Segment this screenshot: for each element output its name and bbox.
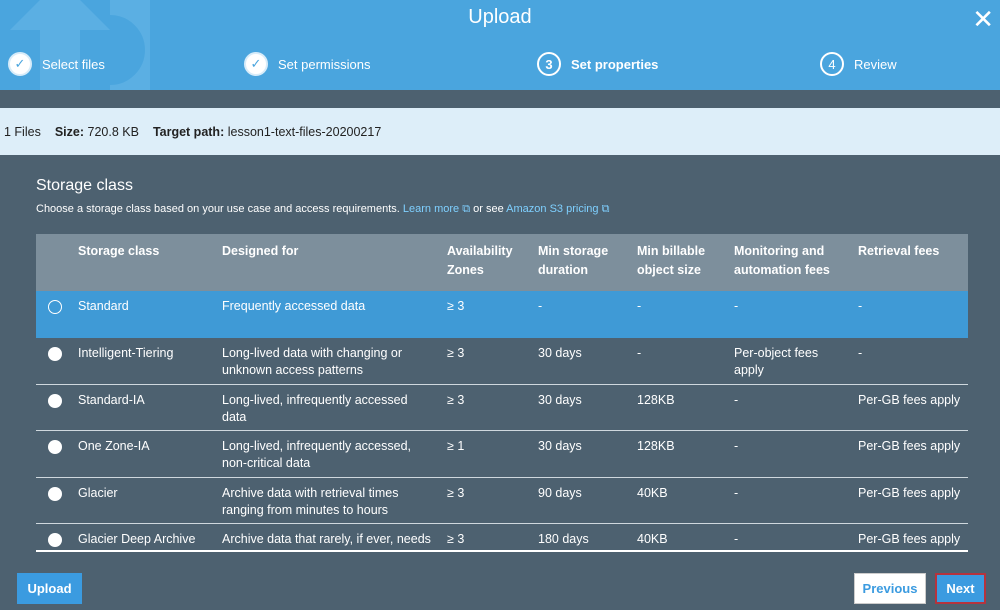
table-cell: Per-GB fees apply xyxy=(852,477,968,524)
table-cell: Standard-IA xyxy=(72,384,216,431)
table-cell: - xyxy=(728,477,852,524)
table-cell: - xyxy=(728,523,852,550)
table-cell: ≥ 3 xyxy=(441,384,532,431)
table-cell: 128KB xyxy=(631,430,728,478)
table-row[interactable]: Glacier Deep Archive Archive data that ra… xyxy=(36,523,968,550)
radio-button[interactable] xyxy=(48,393,62,408)
table-row[interactable]: One Zone-IA Long-lived, infrequently acce… xyxy=(36,430,968,478)
table-cell: 128KB xyxy=(631,384,728,431)
table-cell: 90 days xyxy=(532,477,631,524)
table-row[interactable]: Standard-IA Long-lived, infrequently acce… xyxy=(36,384,968,431)
table-cell: ≥ 3 xyxy=(441,337,532,385)
next-button[interactable]: Next xyxy=(935,573,986,604)
table-cell: 30 days xyxy=(532,384,631,431)
upload-summary-bar: 1 Files Size: 720.8 KB Target path: less… xyxy=(0,108,1000,155)
s3-pricing-link[interactable]: Amazon S3 pricing ⧉ xyxy=(506,203,609,215)
external-link-icon: ⧉ xyxy=(462,203,471,215)
or-see-text: or see xyxy=(473,203,504,215)
step-label: Select files xyxy=(42,56,105,72)
upload-button[interactable]: Upload xyxy=(17,573,82,604)
check-circle-icon: ✓ xyxy=(244,52,268,76)
table-cell: One Zone-IA xyxy=(72,430,216,478)
table-cell: Long-lived data with changing or unknown… xyxy=(216,337,441,385)
step-label: Set properties xyxy=(571,56,659,72)
column-header: Min storage duration xyxy=(532,234,631,291)
external-link-icon: ⧉ xyxy=(601,203,610,215)
description-text: Choose a storage class based on your use… xyxy=(36,203,400,215)
table-cell: Per-GB fees apply xyxy=(852,430,968,478)
table-cell: Long-lived, infrequently accessed data xyxy=(216,384,441,431)
table-cell: ≥ 3 xyxy=(441,291,532,338)
table-row[interactable]: Standard Frequently accessed data ≥ 3---- xyxy=(36,291,968,338)
close-icon[interactable]: ✕ xyxy=(972,4,994,35)
radio-button[interactable] xyxy=(48,440,62,454)
step-set-permissions: ✓ Set permissions xyxy=(244,52,370,76)
size-label: Size: xyxy=(54,124,85,139)
table-cell: - xyxy=(728,430,852,478)
table-cell: 30 days xyxy=(532,430,631,478)
radio-button[interactable] xyxy=(48,486,62,501)
table-cell: Archive data with retrieval times rangin… xyxy=(216,477,441,524)
step-review: 4 Review xyxy=(820,52,897,76)
table-cell: 30 days xyxy=(532,337,631,385)
section-description: Choose a storage class based on your use… xyxy=(36,203,609,216)
table-cell: 40KB xyxy=(631,523,728,550)
table-cell: Long-lived, infrequently accessed, non-c… xyxy=(216,430,441,478)
step-set-properties: 3 Set properties xyxy=(537,52,658,76)
file-count: 1 Files xyxy=(4,124,41,139)
table-cell: Intelligent-Tiering xyxy=(72,337,216,385)
radio-button[interactable] xyxy=(48,300,62,314)
target-path-label: Target path: xyxy=(152,124,225,139)
table-cell: Per-GB fees apply xyxy=(852,384,968,431)
target-path-value: lesson1-text-files-20200217 xyxy=(227,124,382,139)
column-header: Designed for xyxy=(216,234,441,291)
step-label: Set permissions xyxy=(278,56,371,72)
table-cell: Glacier Deep Archive xyxy=(72,523,216,550)
dialog-title: Upload xyxy=(468,6,532,28)
table-cell: Glacier xyxy=(72,477,216,524)
step-select-files: ✓ Select files xyxy=(8,52,105,76)
table-cell: - xyxy=(631,291,728,338)
step-number-icon: 4 xyxy=(820,52,844,76)
table-cell: - xyxy=(728,291,852,338)
table-cell: Archive data that rarely, if ever, needs… xyxy=(216,523,441,550)
section-title: Storage class xyxy=(36,177,133,194)
table-cell: - xyxy=(728,384,852,431)
table-cell: ≥ 3 xyxy=(441,477,532,524)
table-cell: 180 days xyxy=(532,523,631,550)
upload-wizard-header: Upload ✕ ✓ Select files ✓ Set permissions 3 S… xyxy=(0,0,1000,90)
table-cell: - xyxy=(631,337,728,385)
column-header: Retrieval fees xyxy=(852,234,968,291)
table-cell: - xyxy=(532,291,631,338)
table-cell: 40KB xyxy=(631,477,728,524)
storage-class-table[interactable]: Storage class Designed for Availability Zo… xyxy=(36,234,968,552)
size-value: 720.8 KB xyxy=(87,124,139,139)
column-header: Monitoring and automation fees xyxy=(728,234,852,291)
table-row[interactable]: Glacier Archive data with retrieval times… xyxy=(36,477,968,524)
table-cell: Frequently accessed data xyxy=(216,291,441,338)
step-label: Review xyxy=(854,56,897,72)
table-cell: ≥ 1 xyxy=(441,430,532,478)
table-cell: - xyxy=(852,337,968,385)
radio-button[interactable] xyxy=(48,346,62,361)
table-cell: ≥ 3 xyxy=(441,523,532,550)
table-cell: Per-object fees apply xyxy=(728,337,852,385)
table-cell: - xyxy=(852,291,968,338)
column-header: Min billable object size xyxy=(631,234,728,291)
table-row[interactable]: Intelligent-Tiering Long-lived data with … xyxy=(36,337,968,385)
column-header: Storage class xyxy=(72,234,216,291)
learn-more-link[interactable]: Learn more ⧉ xyxy=(403,203,470,215)
check-circle-icon: ✓ xyxy=(8,52,32,76)
step-number-icon: 3 xyxy=(537,52,561,76)
previous-button[interactable]: Previous xyxy=(854,573,926,604)
column-header: Availability Zones xyxy=(441,234,532,291)
table-cell: Standard xyxy=(72,291,216,338)
radio-button[interactable] xyxy=(48,533,62,547)
table-cell: Per-GB fees apply xyxy=(852,523,968,550)
